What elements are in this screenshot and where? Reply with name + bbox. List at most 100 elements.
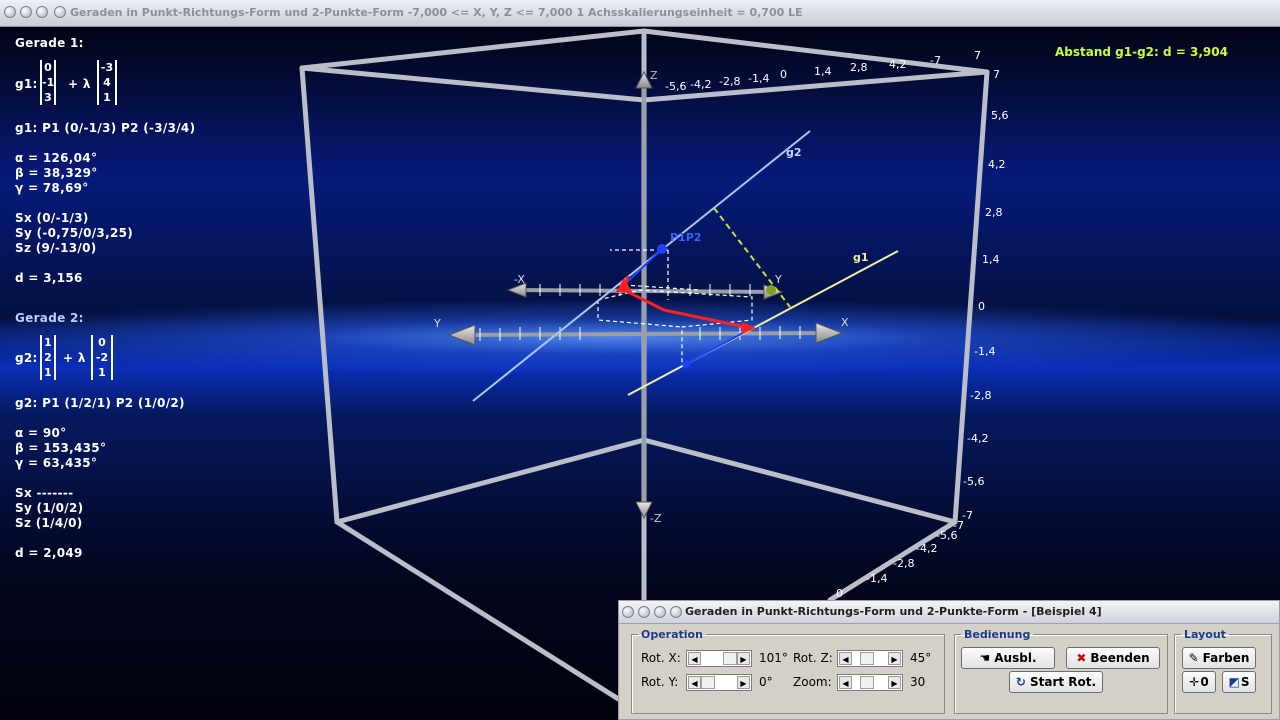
axes [454, 80, 836, 510]
g1-sz: Sz (9/-13/0) [15, 241, 97, 255]
g1-alpha: α = 126,04° [15, 151, 98, 165]
rot-z-thumb[interactable] [860, 652, 874, 665]
top-tick: -5,6 [665, 80, 687, 93]
right-tick: 0 [978, 300, 985, 313]
panel-close-button[interactable] [622, 606, 634, 618]
control-panel: Geraden in Punkt-Richtungs-Form und 2-Pu… [618, 600, 1280, 720]
g1-sy: Sy (-0,75/0/3,25) [15, 226, 134, 240]
right-tick: -2,8 [970, 389, 992, 402]
rot-y-value: 0° [759, 675, 773, 689]
zero-button[interactable]: ✛0 [1182, 671, 1216, 693]
point-p1p2 [657, 244, 667, 254]
top-tick: 1,4 [814, 65, 832, 78]
g2-beta: β = 153,435° [15, 441, 107, 455]
rot-z-right-arrow-icon[interactable]: ▶ [888, 652, 901, 665]
top-tick: 2,8 [850, 61, 868, 74]
panel-title-bar: Geraden in Punkt-Richtungs-Form und 2-Pu… [619, 601, 1279, 624]
farben-label: Farben [1202, 651, 1250, 665]
x-axis-label: X [841, 316, 849, 329]
bottom-tick: 0 [836, 587, 843, 600]
zoom-label: Zoom: [793, 675, 832, 689]
g1-line-label: g1 [853, 251, 869, 264]
top-tick: -7 [930, 54, 941, 67]
rot-x-label: Rot. X: [641, 651, 681, 665]
ausbl-button[interactable]: ☚ Ausbl. [961, 647, 1055, 669]
rot-x-left-arrow-icon[interactable]: ◀ [688, 652, 701, 665]
zoom-left-arrow-icon[interactable]: ◀ [839, 676, 852, 689]
save-icon: ◩ [1228, 675, 1240, 689]
bottom-tick: -2,8 [893, 557, 915, 570]
g1-d: d = 3,156 [15, 271, 83, 285]
rot-x-value: 101° [759, 651, 788, 665]
y-axis-neg-label: Y [775, 273, 782, 286]
right-tick: -1,4 [974, 345, 996, 358]
main-title-bar: Geraden in Punkt-Richtungs-Form und 2-Pu… [0, 0, 1280, 27]
g2-line-label: g2 [786, 146, 802, 159]
farben-button[interactable]: ✎ Farben [1182, 647, 1256, 669]
g2-heading: Gerade 2: [15, 311, 84, 325]
window-close-button[interactable] [4, 6, 16, 18]
right-tick: 4,2 [988, 158, 1006, 171]
rot-y-scrollbar[interactable]: ◀ ▶ [686, 674, 752, 691]
g2-sy: Sy (1/0/2) [15, 501, 84, 515]
panel-menu-icon[interactable] [670, 606, 682, 618]
hand-icon: ☚ [979, 651, 991, 665]
projection-lines [597, 249, 753, 365]
z-axis-label: Z [650, 69, 658, 82]
g1-heading: Gerade 1: [15, 36, 84, 50]
g2-plus-lambda: + λ [63, 351, 86, 365]
rot-x-scrollbar[interactable]: ◀ ▶ [686, 650, 752, 667]
rot-y-right-arrow-icon[interactable]: ▶ [737, 676, 750, 689]
g2-sz: Sz (1/4/0) [15, 516, 83, 530]
s-label: S [1240, 675, 1250, 689]
right-tick: 1,4 [982, 253, 1000, 266]
start-rot-button[interactable]: ↻ Start Rot. [1009, 671, 1103, 693]
window-maximize-button[interactable] [36, 6, 48, 18]
brush-icon: ✎ [1188, 651, 1199, 665]
x-axis-neg-label: -X [514, 273, 525, 286]
g1-direction-vector: -3 4 1 [97, 60, 117, 105]
operation-group: Operation [631, 628, 945, 714]
distance-readout: Abstand g1-g2: d = 3,904 [1055, 45, 1228, 59]
window-minimize-button[interactable] [20, 6, 32, 18]
ausbl-label: Ausbl. [994, 651, 1037, 665]
bottom-tick: -5,6 [936, 529, 958, 542]
z-axis-neg-label: -Z [650, 512, 662, 525]
g2-alpha: α = 90° [15, 426, 67, 440]
panel-minimize-button[interactable] [638, 606, 650, 618]
panel-title: Geraden in Punkt-Richtungs-Form und 2-Pu… [685, 605, 1102, 618]
rot-x-thumb[interactable] [723, 652, 737, 665]
right-tick: 7 [993, 68, 1000, 81]
point-g1-base [682, 360, 690, 368]
right-tick: -5,6 [963, 475, 985, 488]
g2-gamma: γ = 63,435° [15, 456, 98, 470]
right-tick: -4,2 [967, 432, 989, 445]
bedienung-legend: Bedienung [964, 628, 1031, 641]
start-rot-label: Start Rot. [1029, 675, 1097, 689]
rot-y-thumb[interactable] [701, 676, 715, 689]
top-tick: 7 [974, 49, 981, 62]
rot-z-scrollbar[interactable]: ◀ ▶ [837, 650, 903, 667]
zoom-right-arrow-icon[interactable]: ▶ [888, 676, 901, 689]
zoom-thumb[interactable] [860, 676, 874, 689]
g1-sx: Sx (0/-1/3) [15, 211, 89, 225]
g1-plus-lambda: + λ [68, 77, 91, 91]
s-button[interactable]: ◩S [1222, 671, 1256, 693]
beenden-button[interactable]: ✖ Beenden [1066, 647, 1160, 669]
right-tick: 2,8 [985, 206, 1003, 219]
crosshair-icon: ✛ [1189, 675, 1200, 689]
y-axis-label: Y [434, 317, 441, 330]
g1-gamma: γ = 78,69° [15, 181, 89, 195]
rot-y-left-arrow-icon[interactable]: ◀ [688, 676, 701, 689]
top-tick: -4,2 [690, 78, 712, 91]
layout-legend: Layout [1184, 628, 1226, 641]
panel-maximize-button[interactable] [654, 606, 666, 618]
zoom-scrollbar[interactable]: ◀ ▶ [837, 674, 903, 691]
window-menu-icon[interactable] [54, 6, 66, 18]
rot-x-right-arrow-icon[interactable]: ▶ [737, 652, 750, 665]
g2-direction-vector: 0 -2 1 [91, 335, 113, 380]
top-tick: 4,2 [889, 58, 907, 71]
rot-z-left-arrow-icon[interactable]: ◀ [839, 652, 852, 665]
zero-label: 0 [1200, 675, 1209, 689]
rotate-icon: ↻ [1015, 675, 1026, 689]
